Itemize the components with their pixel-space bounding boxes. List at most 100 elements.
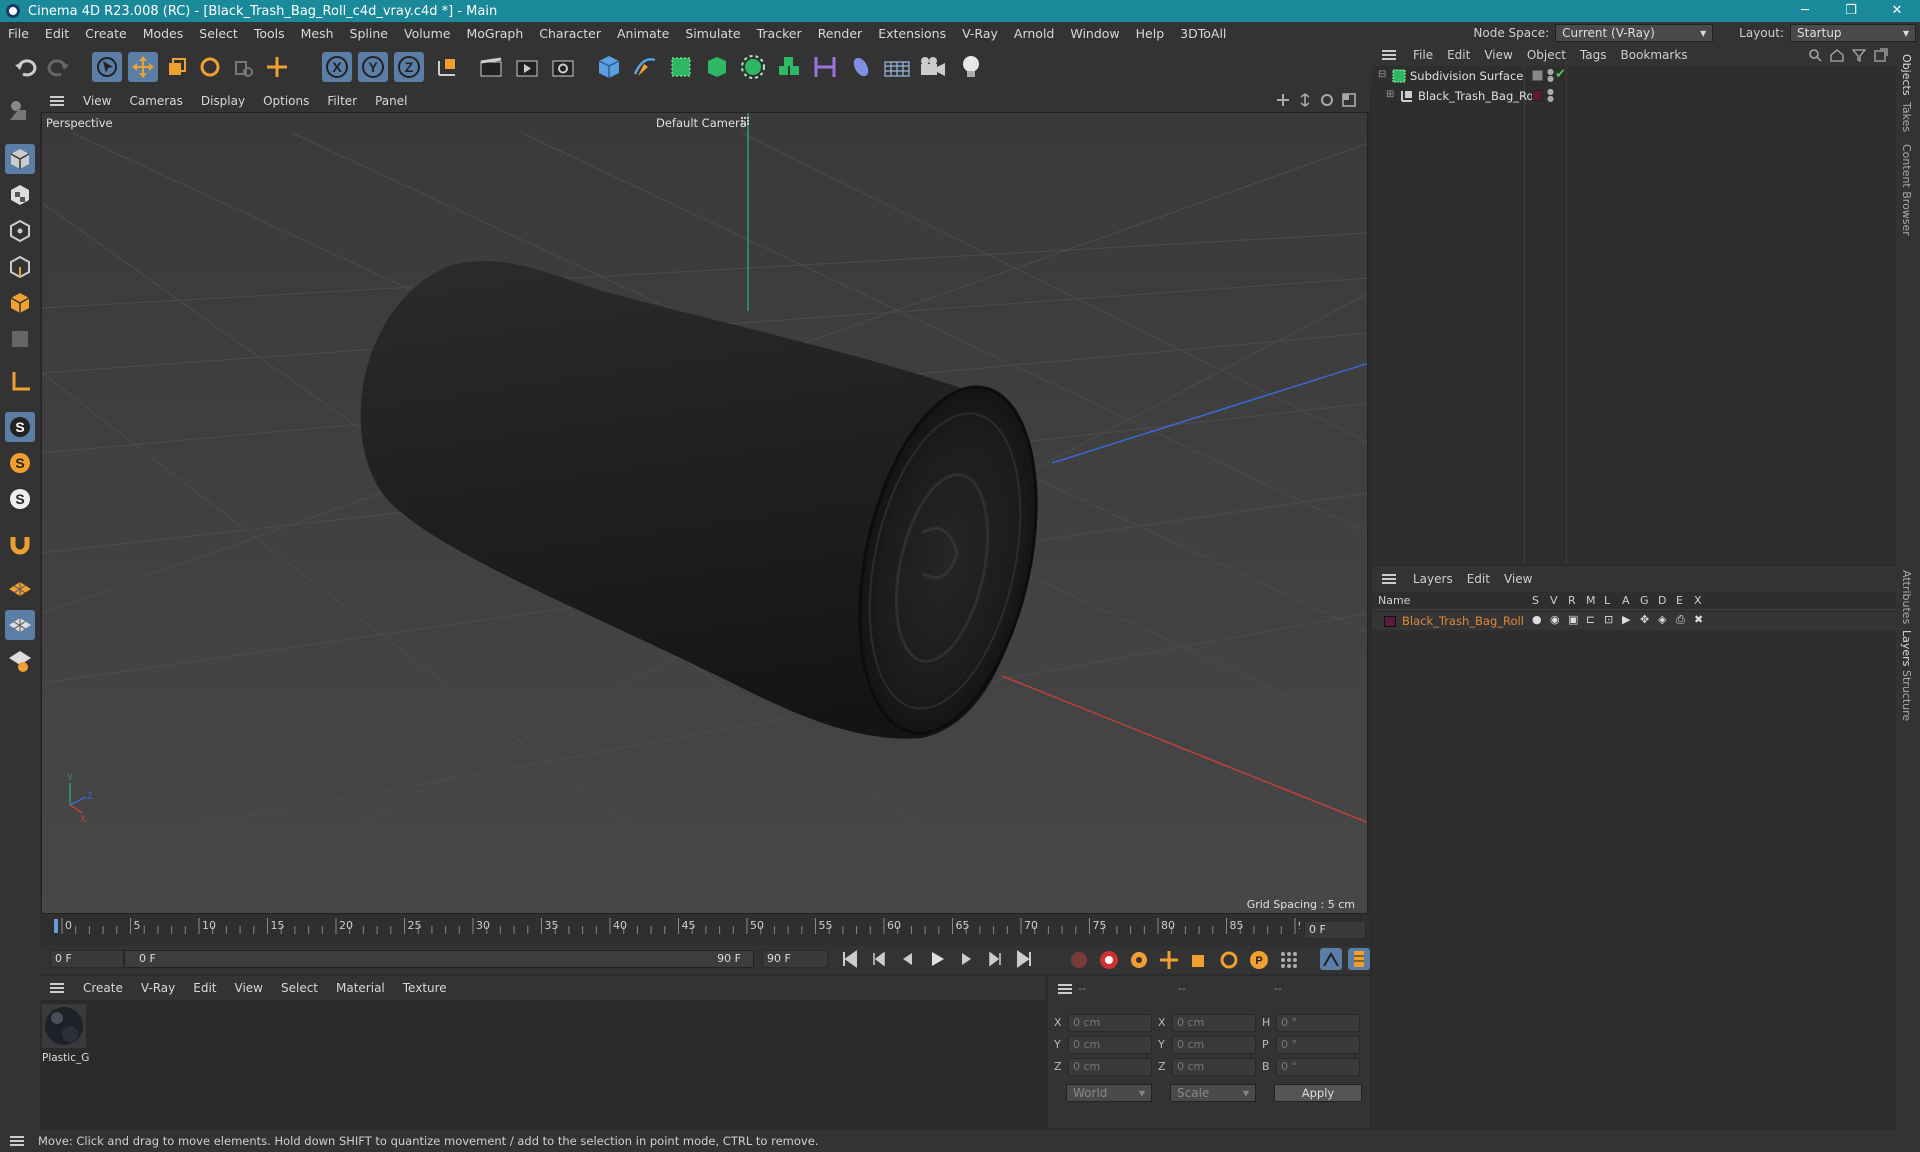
move-tool-button[interactable] xyxy=(128,52,158,82)
select-tool-button[interactable] xyxy=(92,52,122,82)
menu-mograph[interactable]: MoGraph xyxy=(458,26,531,41)
flag-header-animation[interactable]: A xyxy=(1622,594,1640,607)
node-space-dropdown[interactable]: Current (V-Ray) ▾ xyxy=(1555,24,1714,42)
rotate-tool-button[interactable] xyxy=(195,52,225,82)
recent-tool-button[interactable] xyxy=(228,52,258,82)
object-menu-bookmarks[interactable]: Bookmarks xyxy=(1614,48,1695,62)
y-axis-lock-button[interactable]: Y xyxy=(358,52,388,82)
viewport-menu-options[interactable]: Options xyxy=(254,94,318,108)
size-y-field[interactable]: 0 cm xyxy=(1172,1036,1256,1054)
snap-button[interactable]: S xyxy=(5,412,35,442)
flag-header-expressions[interactable]: E xyxy=(1676,594,1694,607)
solo-toggle-icon[interactable]: ● xyxy=(1532,613,1544,627)
add-light-button[interactable] xyxy=(956,52,986,82)
object-menu-view[interactable]: View xyxy=(1477,48,1519,62)
point-level-key-icon[interactable] xyxy=(1278,949,1300,971)
rot-h-field[interactable]: 0 ° xyxy=(1276,1014,1360,1032)
menu-3dtoall[interactable]: 3DToAll xyxy=(1172,26,1234,41)
snap-settings-button[interactable]: S xyxy=(5,448,35,478)
size-x-field[interactable]: 0 cm xyxy=(1172,1014,1256,1032)
menu-character[interactable]: Character xyxy=(531,26,609,41)
tab-structure[interactable]: Structure xyxy=(1900,670,1913,721)
tab-layers[interactable]: Layers xyxy=(1900,630,1913,666)
object-menu-object[interactable]: Object xyxy=(1520,48,1573,62)
viewport-menu-display[interactable]: Display xyxy=(192,94,254,108)
hamburger-menu-icon[interactable] xyxy=(1058,984,1072,994)
layer-menu-layers[interactable]: Layers xyxy=(1406,572,1460,586)
flag-header-solo[interactable]: S xyxy=(1532,594,1550,607)
layer-color-swatch[interactable] xyxy=(1384,616,1396,627)
apply-button[interactable]: Apply xyxy=(1274,1084,1362,1102)
coordinate-system-button[interactable] xyxy=(432,52,462,82)
tab-content-browser[interactable]: Content Browser xyxy=(1900,144,1913,236)
dolly-view-icon[interactable] xyxy=(1298,93,1312,107)
close-button[interactable]: ✕ xyxy=(1874,0,1920,22)
home-icon[interactable] xyxy=(1830,48,1844,62)
menu-animate[interactable]: Animate xyxy=(609,26,677,41)
workplane-button[interactable] xyxy=(5,574,35,604)
maximize-view-icon[interactable] xyxy=(1342,93,1356,107)
texture-mode-button[interactable] xyxy=(5,180,35,210)
enabled-check-icon[interactable]: ✔ xyxy=(1555,67,1566,82)
timeline-ruler[interactable]: 0 5 10 15 20 25 30 35 40 45 50 55 60 65 70 75 80 85 90 0 F xyxy=(40,914,1370,946)
timeline-window-icon[interactable] xyxy=(1348,948,1370,970)
menu-create[interactable]: Create xyxy=(77,26,135,41)
position-key-icon[interactable] xyxy=(1158,949,1180,971)
hamburger-menu-icon[interactable] xyxy=(1382,50,1396,60)
material-menu-select[interactable]: Select xyxy=(272,981,327,995)
flag-header-view[interactable]: V xyxy=(1550,594,1568,607)
end-frame-field[interactable]: 90 F xyxy=(762,950,828,968)
coordinate-system-dropdown[interactable]: World ▾ xyxy=(1066,1084,1152,1102)
menu-tracker[interactable]: Tracker xyxy=(749,26,810,41)
menu-extensions[interactable]: Extensions xyxy=(870,26,954,41)
camera-label[interactable]: Default Camera xyxy=(656,116,747,130)
hamburger-menu-icon[interactable] xyxy=(50,96,64,106)
axis-mode-button[interactable] xyxy=(5,366,35,396)
viewport-menu-filter[interactable]: Filter xyxy=(318,94,366,108)
material-menu-material[interactable]: Material xyxy=(327,981,394,995)
pos-z-field[interactable]: 0 cm xyxy=(1068,1058,1152,1076)
point-mode-button[interactable] xyxy=(5,216,35,246)
layer-color-swatch[interactable] xyxy=(1532,90,1543,101)
parameter-key-icon[interactable]: P xyxy=(1248,949,1270,971)
add-cloner-button[interactable] xyxy=(738,52,768,82)
flag-header-render[interactable]: R xyxy=(1568,594,1586,607)
scale-key-icon[interactable] xyxy=(1188,949,1210,971)
add-deformer-button[interactable] xyxy=(810,52,840,82)
material-menu-view[interactable]: View xyxy=(226,981,272,995)
layer-menu-view[interactable]: View xyxy=(1497,572,1539,586)
lock-icon[interactable]: ⊡ xyxy=(1604,613,1616,627)
material-menu-edit[interactable]: Edit xyxy=(184,981,225,995)
add-mograph-button[interactable] xyxy=(774,52,804,82)
undo-button[interactable] xyxy=(10,52,40,82)
add-floor-button[interactable] xyxy=(882,52,912,82)
magnet-tool-button[interactable] xyxy=(5,530,35,560)
object-menu-file[interactable]: File xyxy=(1406,48,1440,62)
redo-button[interactable] xyxy=(44,52,74,82)
minimize-button[interactable]: ─ xyxy=(1782,0,1828,22)
menu-arnold[interactable]: Arnold xyxy=(1006,26,1062,41)
collapse-toggle-icon[interactable]: ⊟ xyxy=(1378,69,1386,80)
manager-tree-icon[interactable]: ⊏ xyxy=(1586,613,1598,627)
xref-icon[interactable]: ✖ xyxy=(1694,613,1706,627)
render-picture-viewer-button[interactable] xyxy=(512,52,542,82)
menu-edit[interactable]: Edit xyxy=(37,26,77,41)
hamburger-menu-icon[interactable] xyxy=(1382,574,1396,584)
restore-button[interactable]: ❐ xyxy=(1828,0,1874,22)
current-frame-field[interactable]: 0 F xyxy=(1304,921,1366,939)
menu-select[interactable]: Select xyxy=(191,26,246,41)
play-icon[interactable] xyxy=(927,949,947,969)
tree-item-black-trash-bag-roll[interactable]: ⊞ Black_Trash_Bag_Roll ● ● xyxy=(1372,86,1896,106)
menu-render[interactable]: Render xyxy=(810,26,871,41)
viewport-menu-cameras[interactable]: Cameras xyxy=(120,94,191,108)
locked-workplane-button[interactable] xyxy=(5,646,35,676)
viewport-menu-panel[interactable]: Panel xyxy=(366,94,416,108)
rot-p-field[interactable]: 0 ° xyxy=(1276,1036,1360,1054)
object-menu-tags[interactable]: Tags xyxy=(1573,48,1614,62)
rotation-key-icon[interactable] xyxy=(1218,949,1240,971)
layer-row[interactable]: Black_Trash_Bag_Roll ● ◉ ▣ ⊏ ⊡ ▶ ✥ ◈ ⎙ ✖ xyxy=(1372,612,1896,630)
3d-viewport[interactable]: Y Z X Perspective Default Camera Grid Sp… xyxy=(41,112,1368,914)
go-to-end-icon[interactable] xyxy=(1014,949,1034,969)
menu-tools[interactable]: Tools xyxy=(246,26,293,41)
menu-spline[interactable]: Spline xyxy=(342,26,396,41)
